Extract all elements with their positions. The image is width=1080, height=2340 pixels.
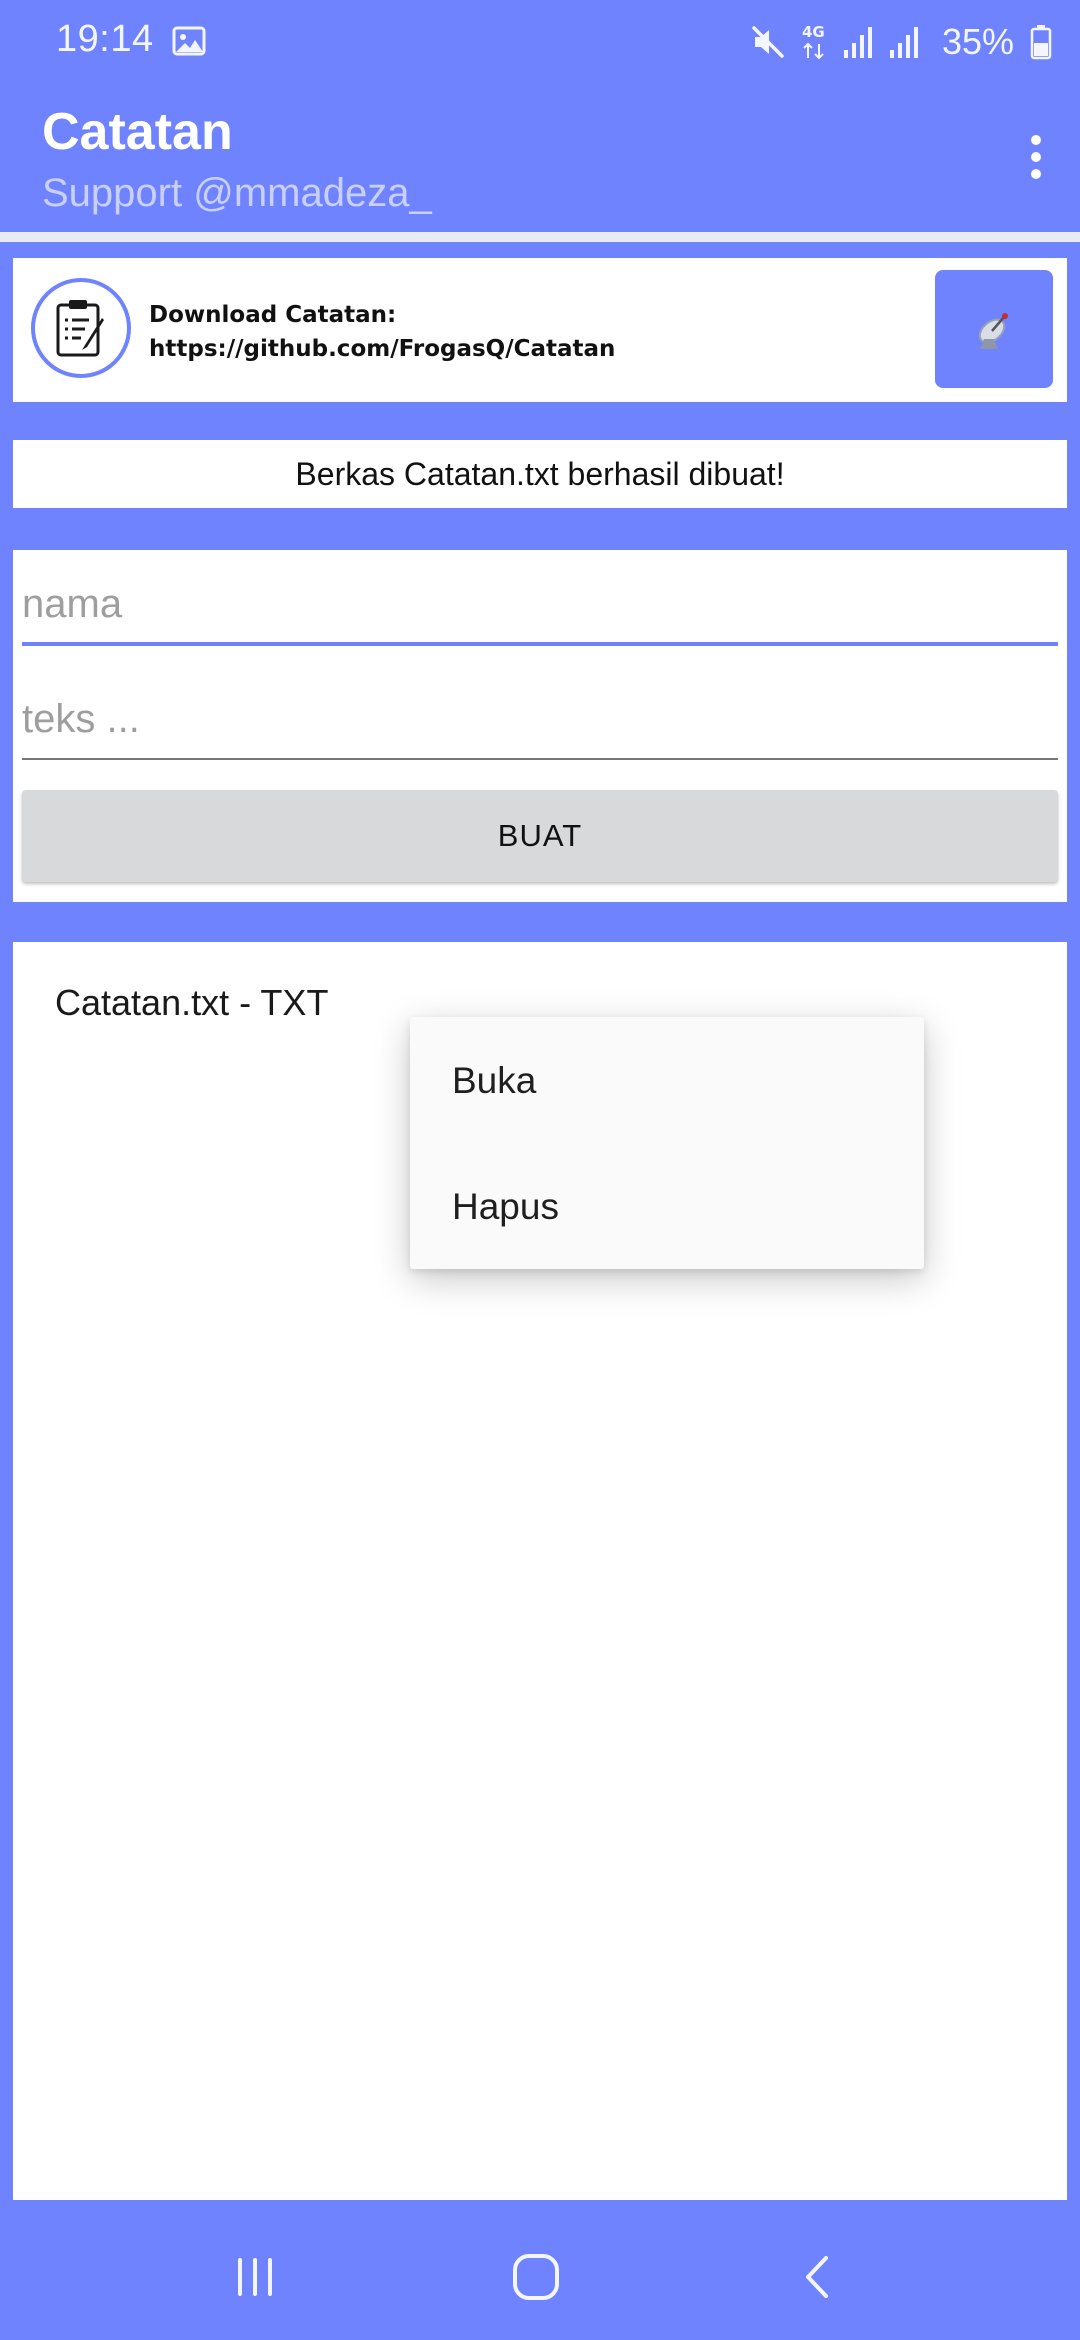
battery-icon: [1030, 25, 1052, 60]
status-message: Berkas Catatan.txt berhasil dibuat!: [13, 440, 1067, 508]
banner-action-button[interactable]: [935, 270, 1053, 388]
status-message-text: Berkas Catatan.txt berhasil dibuat!: [295, 455, 785, 492]
menu-item-hapus[interactable]: Hapus: [452, 1177, 882, 1237]
app-bar: Catatan Support @mmadeza_: [0, 85, 1080, 230]
recent-apps-icon[interactable]: [220, 2242, 290, 2312]
app-subtitle: Support @mmadeza_: [42, 171, 432, 215]
create-button-label: BUAT: [497, 818, 583, 853]
status-bar: 19:14 4G 35%: [0, 0, 1080, 85]
banner-text: Download Catatan: https://github.com/Fro…: [149, 298, 615, 366]
menu-item-buka[interactable]: Buka: [452, 1051, 882, 1111]
status-time: 19:14: [56, 18, 154, 60]
banner-line-1: Download Catatan:: [149, 302, 397, 328]
signal-icon: [889, 27, 918, 58]
note-form: BUAT: [13, 550, 1067, 902]
name-input[interactable]: [22, 566, 1058, 646]
home-icon[interactable]: [501, 2242, 571, 2312]
back-icon[interactable]: [783, 2242, 853, 2312]
mute-icon: [752, 26, 784, 58]
more-vert-icon[interactable]: [1008, 123, 1064, 191]
battery-percent: 35%: [941, 21, 1014, 62]
create-button[interactable]: BUAT: [22, 790, 1058, 882]
gallery-icon: [172, 26, 206, 56]
app-title: Catatan: [42, 103, 233, 161]
status-icons: 4G 35%: [750, 20, 1052, 64]
context-menu: Buka Hapus: [410, 1017, 924, 1269]
divider: [0, 232, 1080, 242]
list-item[interactable]: Catatan.txt - TXT: [55, 982, 328, 1024]
satellite-dish-icon: [978, 313, 1008, 349]
signal-icon: [843, 27, 872, 58]
banner-link[interactable]: https://github.com/FrogasQ/Catatan: [149, 332, 615, 366]
notepad-icon: [31, 278, 131, 378]
text-input[interactable]: [22, 680, 1058, 760]
svg-text:4G: 4G: [802, 23, 825, 41]
download-banner: Download Catatan: https://github.com/Fro…: [13, 258, 1067, 402]
4g-icon: 4G: [802, 23, 825, 60]
navigation-bar: [0, 2200, 1080, 2340]
